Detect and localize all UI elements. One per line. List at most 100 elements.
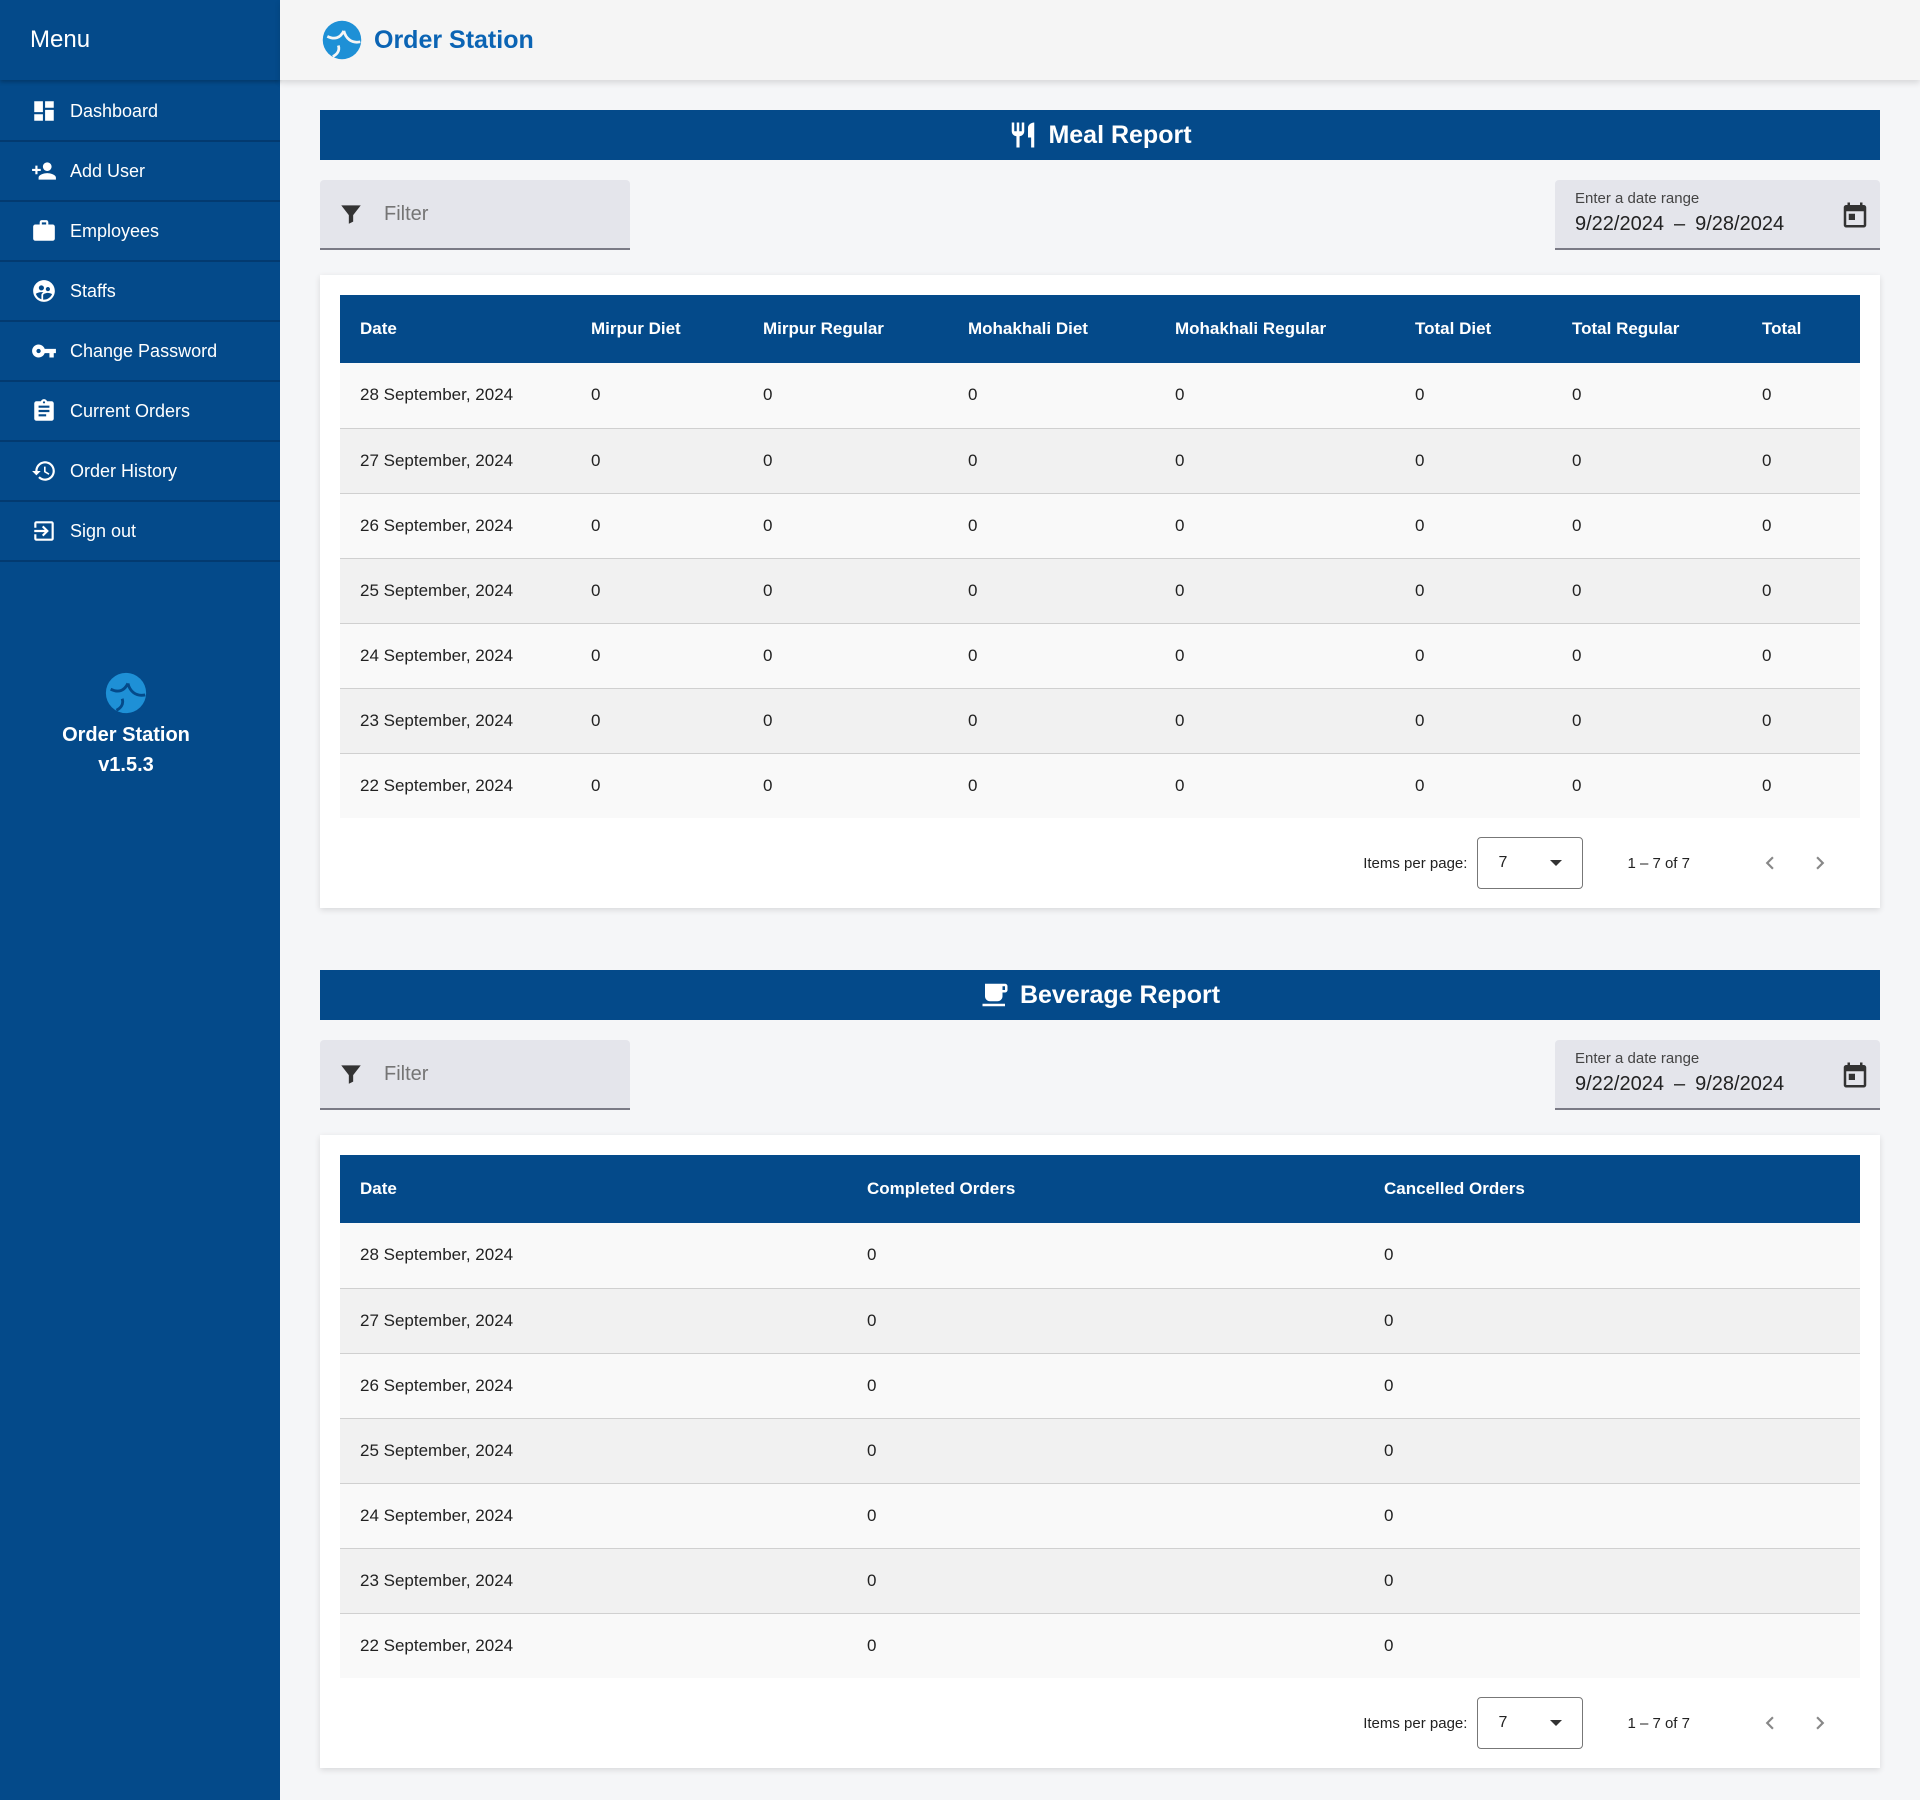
table-cell: 0: [1155, 688, 1395, 754]
table-row: 22 September, 2024 0 0 0 0 0 0 0: [340, 753, 1860, 818]
date-range-label: Enter a date range: [1575, 1050, 1700, 1067]
table-cell: 0: [1364, 1353, 1860, 1419]
sidebar-item-employees[interactable]: Employees: [0, 202, 280, 262]
table-cell: 0: [571, 363, 743, 429]
table-cell: 27 September, 2024: [340, 428, 571, 494]
meal-filter-input[interactable]: [384, 202, 604, 226]
previous-page-button[interactable]: [1750, 843, 1790, 883]
sidebar-nav: Dashboard Add User Employees Staffs Chan…: [0, 82, 280, 562]
meal-filter-field[interactable]: [320, 180, 630, 250]
sidebar-item-sign-out[interactable]: Sign out: [0, 502, 280, 562]
table-cell: 0: [847, 1223, 1364, 1289]
table-cell: 0: [948, 558, 1155, 624]
beverage-filter-field[interactable]: [320, 1040, 630, 1110]
table-cell: 23 September, 2024: [340, 1548, 847, 1614]
column-header[interactable]: Mirpur Diet: [571, 295, 743, 363]
table-row: 26 September, 2024 0 0: [340, 1353, 1860, 1419]
beverage-filter-input[interactable]: [384, 1062, 604, 1086]
caret-down-icon: [1550, 1720, 1563, 1726]
utensils-icon: [1012, 122, 1035, 148]
table-row: 25 September, 2024 0 0 0 0 0 0 0: [340, 558, 1860, 624]
table-cell: 0: [591, 775, 601, 795]
table-cell: 0: [743, 493, 948, 559]
table-cell: 0: [1415, 775, 1425, 795]
table-cell: 0: [571, 558, 743, 624]
table-cell: 0: [948, 623, 1155, 689]
page-range-label: 1 – 7 of 7: [1627, 1714, 1690, 1732]
table-cell: 0: [1552, 428, 1742, 494]
meal-date-range-field[interactable]: Enter a date range 9/22/2024–9/28/2024: [1555, 180, 1880, 250]
date-range-value[interactable]: 9/22/2024–9/28/2024: [1575, 1073, 1880, 1096]
date-range-end[interactable]: 9/28/2024: [1695, 213, 1784, 235]
chevron-left-icon: [1765, 856, 1774, 870]
table-cell: 22 September, 2024: [360, 1635, 514, 1655]
table-cell: 0: [743, 363, 948, 429]
table-cell: 0: [1762, 775, 1772, 795]
table-header-row: Date Completed Orders Cancelled Orders: [340, 1155, 1860, 1223]
items-per-page-select[interactable]: 7: [1477, 1697, 1584, 1749]
table-cell: 0: [1384, 1635, 1394, 1655]
date-range-end[interactable]: 9/28/2024: [1695, 1073, 1784, 1095]
column-header[interactable]: Mirpur Regular: [743, 295, 948, 363]
date-range-start[interactable]: 9/22/2024: [1575, 1073, 1664, 1095]
date-range-separator: –: [1673, 213, 1686, 235]
table-cell: 25 September, 2024: [340, 558, 571, 624]
table-row: 23 September, 2024 0 0 0 0 0 0 0: [340, 688, 1860, 754]
app-logo-icon: [320, 18, 364, 62]
table-cell: 0: [1364, 1548, 1860, 1614]
dashboard-icon: [30, 97, 58, 125]
beverage-date-range-field[interactable]: Enter a date range 9/22/2024–9/28/2024: [1555, 1040, 1880, 1110]
column-header[interactable]: Total: [1742, 295, 1860, 363]
table-cell: 0: [948, 363, 1155, 429]
sidebar-item-label: Sign out: [70, 520, 137, 541]
previous-page-button[interactable]: [1750, 1703, 1790, 1743]
table-cell: 0: [847, 1483, 1364, 1549]
column-header[interactable]: Cancelled Orders: [1364, 1155, 1860, 1223]
date-range-value[interactable]: 9/22/2024–9/28/2024: [1575, 213, 1880, 236]
next-page-button[interactable]: [1800, 843, 1840, 883]
table-cell: 24 September, 2024: [340, 1483, 847, 1549]
column-header[interactable]: Mohakhali Regular: [1155, 295, 1395, 363]
column-header[interactable]: Total Regular: [1552, 295, 1742, 363]
column-header[interactable]: Date: [340, 1155, 847, 1223]
table-cell: 0: [1395, 363, 1552, 429]
table-cell: 0: [1155, 363, 1395, 429]
column-header[interactable]: Date: [340, 295, 571, 363]
sidebar-item-staffs[interactable]: Staffs: [0, 262, 280, 322]
table-cell: 0: [948, 493, 1155, 559]
date-range-start[interactable]: 9/22/2024: [1575, 213, 1664, 235]
calendar-icon[interactable]: [1840, 200, 1870, 230]
items-per-page-value: 7: [1498, 1714, 1508, 1731]
sidebar-item-add-user[interactable]: Add User: [0, 142, 280, 202]
sidebar-brand-name: Order Station: [62, 724, 190, 746]
table-cell: 0: [847, 1418, 1364, 1484]
sidebar-item-current-orders[interactable]: Current Orders: [0, 382, 280, 442]
items-per-page-select[interactable]: 7: [1477, 837, 1584, 889]
column-header[interactable]: Mohakhali Diet: [948, 295, 1155, 363]
history-icon: [30, 457, 58, 485]
meal-report-table: Date Mirpur Diet Mirpur Regular Mohakhal…: [340, 295, 1860, 818]
sidebar-item-dashboard[interactable]: Dashboard: [0, 82, 280, 142]
table-cell: 0: [1155, 493, 1395, 559]
table-cell: 0: [847, 1288, 1364, 1354]
items-per-page-value: 7: [1498, 854, 1508, 871]
table-cell: 28 September, 2024: [340, 1223, 847, 1289]
beverage-report-table: Date Completed Orders Cancelled Orders 2…: [340, 1155, 1860, 1678]
sidebar-item-change-password[interactable]: Change Password: [0, 322, 280, 382]
sidebar-item-label: Current Orders: [70, 400, 191, 421]
next-page-button[interactable]: [1800, 1703, 1840, 1743]
items-per-page-label: Items per page:: [1363, 1714, 1468, 1732]
table-header-row: Date Mirpur Diet Mirpur Regular Mohakhal…: [340, 295, 1860, 363]
table-cell: 0: [1742, 493, 1860, 559]
table-row: 25 September, 2024 0 0: [340, 1418, 1860, 1484]
table-cell: 0: [1364, 1288, 1860, 1354]
table-cell: 0: [571, 623, 743, 689]
column-header[interactable]: Completed Orders: [847, 1155, 1364, 1223]
staffs-icon: [30, 277, 58, 305]
calendar-icon[interactable]: [1840, 1060, 1870, 1090]
briefcase-icon: [30, 217, 58, 245]
table-row: 27 September, 2024 0 0 0 0 0 0 0: [340, 428, 1860, 494]
column-header[interactable]: Total Diet: [1395, 295, 1552, 363]
table-cell: 0: [1364, 1418, 1860, 1484]
sidebar-item-order-history[interactable]: Order History: [0, 442, 280, 502]
